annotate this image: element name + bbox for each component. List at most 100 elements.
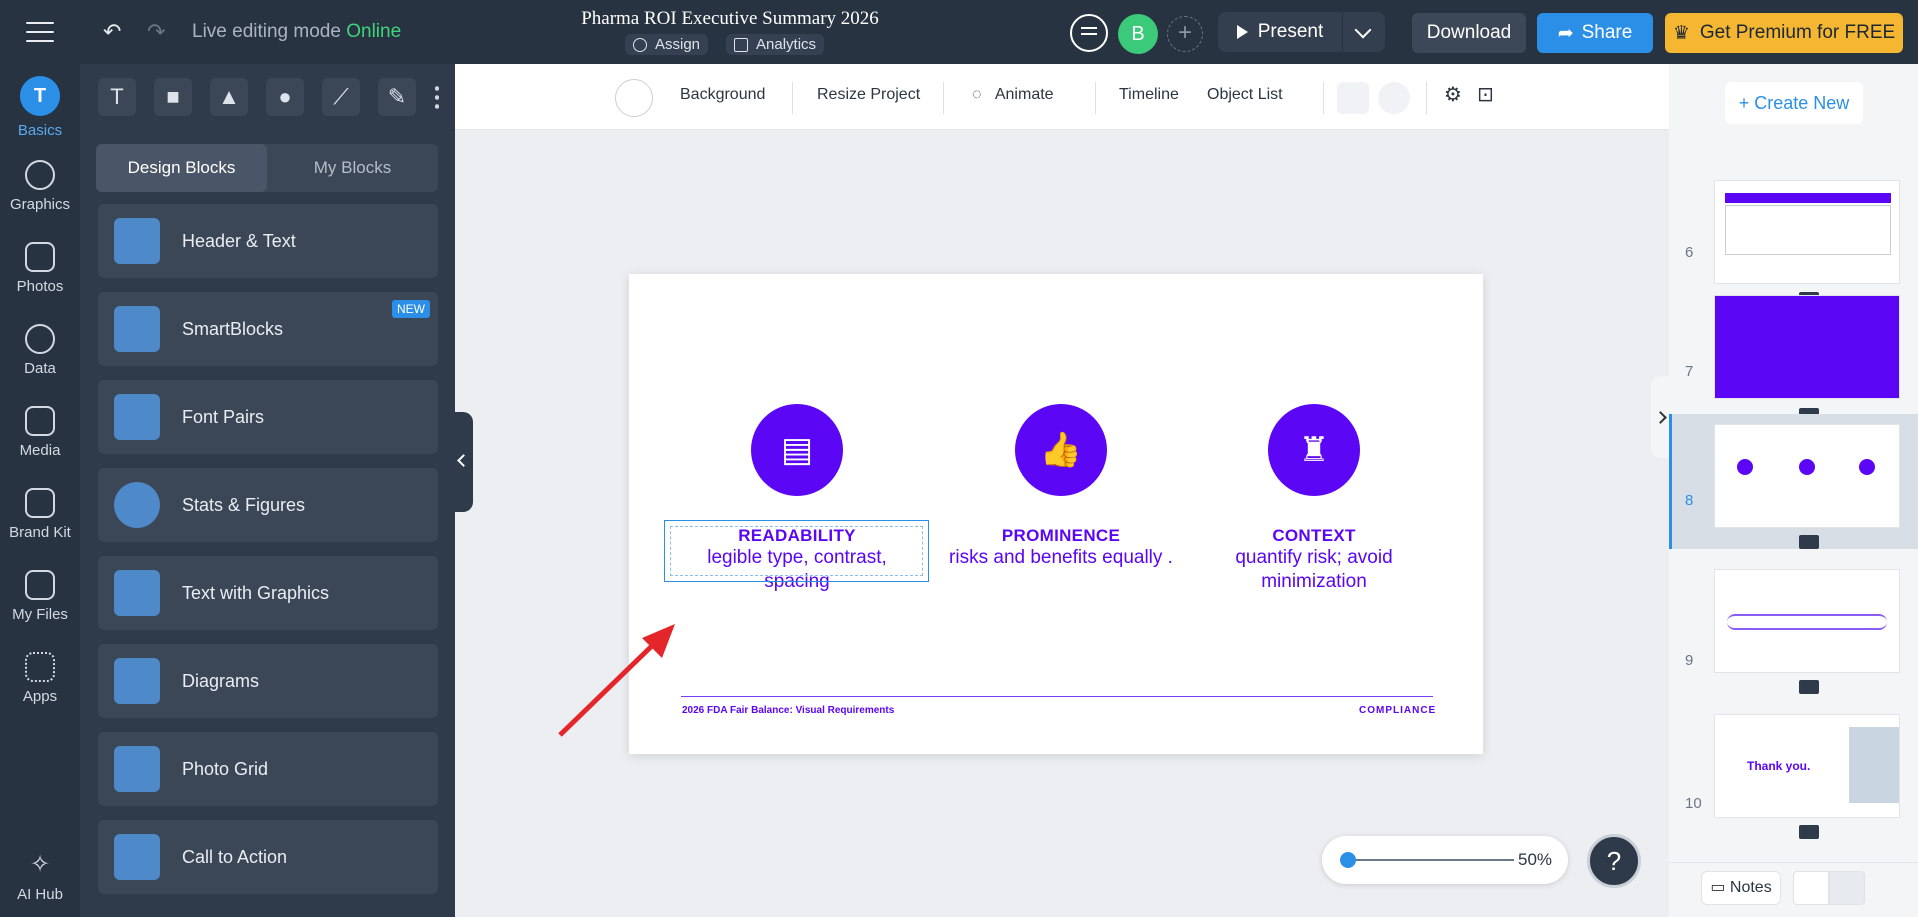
notes-button[interactable]: ▭ Notes xyxy=(1701,871,1781,905)
download-button[interactable]: Download xyxy=(1412,13,1526,53)
play-icon xyxy=(1236,25,1248,39)
context-heading[interactable]: CONTEXT xyxy=(1194,526,1434,546)
magic-resize-icon[interactable]: ⊡ xyxy=(1477,82,1494,107)
background-button[interactable]: Background xyxy=(680,86,765,104)
rail-media[interactable]: Media xyxy=(0,406,80,459)
transition-icon[interactable] xyxy=(1799,825,1819,839)
rail-basics[interactable]: T Basics xyxy=(0,76,80,139)
object-list-button[interactable]: Object List xyxy=(1207,86,1283,104)
column-prominence[interactable]: 👍 PROMINENCE risks and benefits equally … xyxy=(941,404,1181,570)
block-text-with-graphics[interactable]: Text with Graphics xyxy=(98,556,438,630)
column-context[interactable]: ♜ CONTEXT quantify risk; avoid minimizati… xyxy=(1194,404,1434,594)
slide-thumb[interactable] xyxy=(1714,424,1900,528)
rail-brand-kit[interactable]: Brand Kit xyxy=(0,488,80,541)
share-button[interactable]: ➦ Share xyxy=(1537,13,1653,53)
redo-icon[interactable]: ↷ xyxy=(147,20,165,45)
block-stats-figures[interactable]: Stats & Figures xyxy=(98,468,438,542)
zoom-slider-track[interactable] xyxy=(1350,859,1514,861)
sparkle-icon: ✧ xyxy=(29,851,51,878)
rail-data[interactable]: Data xyxy=(0,324,80,377)
slide-canvas[interactable]: ▤ READABILITY legible type, contrast, spa… xyxy=(629,274,1483,754)
timeline-button[interactable]: Timeline xyxy=(1119,86,1179,104)
font-pairs-icon xyxy=(114,394,160,440)
slide-thumb[interactable] xyxy=(1714,180,1900,284)
design-blocks-panel: T ■ ▲ ● ⟋ ✎ Design Blocks My Blocks Head… xyxy=(80,64,455,917)
slides-panel-footer: ▭ Notes xyxy=(1669,862,1918,917)
canvas-toolbar: Background Resize Project ◌ Animate Time… xyxy=(455,64,1669,130)
block-smartblocks[interactable]: SmartBlocks NEW xyxy=(98,292,438,366)
footer-right-text[interactable]: COMPLIANCE xyxy=(1359,705,1436,716)
present-button[interactable]: Present xyxy=(1218,12,1342,52)
project-title[interactable]: Pharma ROI Executive Summary 2026 xyxy=(540,8,920,30)
selection-box[interactable] xyxy=(664,520,929,582)
background-color-swatch[interactable] xyxy=(615,79,653,117)
assign-icon xyxy=(633,37,647,52)
rail-my-files[interactable]: My Files xyxy=(0,570,80,623)
block-photo-grid[interactable]: Photo Grid xyxy=(98,732,438,806)
create-new-button[interactable]: + Create New xyxy=(1725,82,1863,124)
rectangle-tool-icon[interactable]: ■ xyxy=(154,78,192,116)
tab-my-blocks[interactable]: My Blocks xyxy=(267,144,438,192)
undo-icon[interactable]: ↶ xyxy=(103,20,121,45)
slide-thumb[interactable]: Thank you. xyxy=(1714,714,1900,818)
animate-button[interactable]: ◌ Animate xyxy=(972,86,1054,104)
slide-thumbnail-9[interactable]: 9 xyxy=(1669,559,1918,694)
slide-thumb[interactable] xyxy=(1714,569,1900,673)
slide-thumbnail-10[interactable]: 10 Thank you. xyxy=(1669,704,1918,839)
footer-left-text[interactable]: 2026 FDA Fair Balance: Visual Requiremen… xyxy=(682,705,894,716)
slide-thumb[interactable] xyxy=(1714,295,1900,399)
transition-icon[interactable] xyxy=(1799,535,1819,549)
block-diagrams[interactable]: Diagrams xyxy=(98,644,438,718)
zoom-slider-handle[interactable] xyxy=(1340,852,1356,868)
tab-design-blocks[interactable]: Design Blocks xyxy=(96,144,267,192)
prominence-text[interactable]: risks and benefits equally . xyxy=(941,546,1181,570)
menu-icon[interactable] xyxy=(26,22,54,42)
resize-project-button[interactable]: Resize Project xyxy=(817,86,920,104)
comments-icon[interactable] xyxy=(1070,14,1108,52)
collapse-slides-panel-icon[interactable] xyxy=(1651,376,1669,458)
add-collaborator-button[interactable]: + xyxy=(1167,16,1203,52)
share-icon: ➦ xyxy=(1557,22,1574,44)
rail-apps[interactable]: Apps xyxy=(0,652,80,705)
header-text-icon xyxy=(114,218,160,264)
block-font-pairs[interactable]: Font Pairs xyxy=(98,380,438,454)
triangle-tool-icon[interactable]: ▲ xyxy=(210,78,248,116)
context-text[interactable]: quantify risk; avoid minimization xyxy=(1194,546,1434,594)
present-dropdown-icon[interactable] xyxy=(1343,12,1385,52)
settings-gear-icon[interactable]: ⚙ xyxy=(1444,82,1462,107)
circle-tool-icon[interactable]: ● xyxy=(266,78,304,116)
live-editing-status: Live editing mode Online xyxy=(192,21,402,42)
analytics-button[interactable]: Analytics xyxy=(726,34,825,55)
list-view-icon[interactable] xyxy=(1829,871,1865,905)
brand-kit-icon xyxy=(25,488,55,518)
slide-thumbnail-7[interactable]: 7 xyxy=(1669,289,1918,424)
collapse-panel-icon[interactable] xyxy=(455,412,473,512)
slide-thumbnail-6[interactable]: 6 xyxy=(1669,144,1918,306)
rail-ai-hub[interactable]: ✧ AI Hub xyxy=(0,850,80,903)
help-button[interactable]: ? xyxy=(1587,834,1641,888)
avatar[interactable]: B xyxy=(1118,14,1158,54)
grid-view-icon[interactable] xyxy=(1793,871,1829,905)
text-tool-icon[interactable]: T xyxy=(98,78,136,116)
left-rail: T Basics Graphics Photos Data Media Brand… xyxy=(0,64,80,917)
prominence-heading[interactable]: PROMINENCE xyxy=(941,526,1181,546)
footer-divider xyxy=(681,696,1433,697)
line-tool-icon[interactable]: ⟋ xyxy=(322,78,360,116)
pen-tool-icon[interactable]: ✎ xyxy=(378,78,416,116)
document-icon: ▤ xyxy=(780,430,814,470)
music-icon[interactable] xyxy=(1337,82,1369,114)
assign-button[interactable]: Assign xyxy=(625,34,709,55)
diagram-icon xyxy=(114,658,160,704)
animate-icon: ◌ xyxy=(972,86,982,103)
slide-thumbnail-8[interactable]: 8 xyxy=(1669,414,1918,549)
context-circle: ♜ xyxy=(1268,404,1360,496)
more-tools-icon[interactable] xyxy=(435,84,439,110)
rail-photos[interactable]: Photos xyxy=(0,242,80,295)
premium-button[interactable]: ♛ Get Premium for FREE xyxy=(1665,13,1903,53)
block-call-to-action[interactable]: Call to Action xyxy=(98,820,438,894)
alarm-clock-icon[interactable] xyxy=(1378,82,1410,114)
transition-icon[interactable] xyxy=(1799,680,1819,694)
photo-thumbnail xyxy=(1849,727,1899,803)
block-header-text[interactable]: Header & Text xyxy=(98,204,438,278)
rail-graphics[interactable]: Graphics xyxy=(0,160,80,213)
